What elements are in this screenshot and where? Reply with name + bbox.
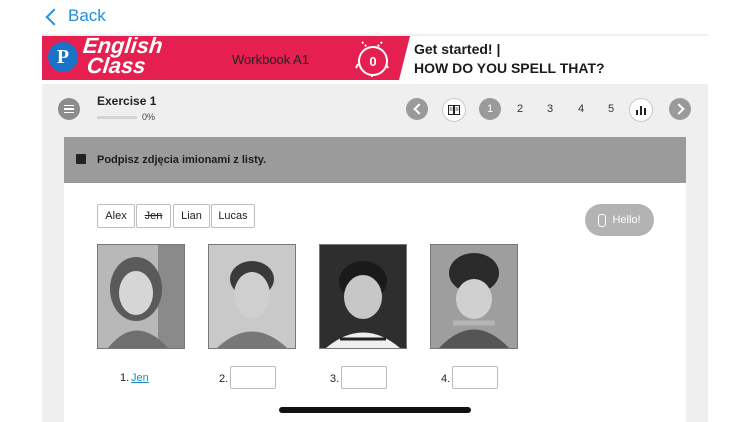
photo-number-3: 3. [330,373,340,385]
chevron-right-icon [672,103,685,115]
photo-number-2: 2. [219,373,229,385]
photo-1 [97,244,185,349]
back-label: Back [68,6,106,25]
page-button-2[interactable]: 2 [509,98,531,120]
brand-line2: Class [85,53,148,78]
page-button-3[interactable]: 3 [539,98,561,120]
photo-3 [319,244,407,349]
book-button[interactable] [442,98,466,122]
score-value: 0 [358,46,388,76]
word-chip-label: Jen [144,210,163,222]
word-chip-label: Lian [181,210,202,222]
hello-button[interactable]: Hello! [585,204,654,236]
word-chip-label: Lucas [218,210,248,222]
previous-exercise-button[interactable] [406,98,428,120]
hello-label: Hello! [612,214,641,226]
instruction-bar: Podpisz zdjęcia imionami z listy. [64,137,686,183]
photo-2 [208,244,296,349]
task-icon [76,154,86,164]
word-chip-jen[interactable]: Jen [136,204,171,228]
menu-button[interactable] [58,98,80,120]
answer-3-input[interactable] [341,366,387,389]
brand-logo: English Class [80,33,164,78]
progress-percent: 0% [142,112,156,122]
answer-2-input[interactable] [230,366,276,389]
photo-number-4: 4. [441,373,451,385]
paperclip-icon [598,213,607,227]
word-chip-alex[interactable]: Alex [97,204,135,228]
book-icon [448,105,460,115]
pearson-logo-icon: P [48,42,78,72]
stats-icon [636,106,646,115]
score-medal: 0 [354,38,390,78]
word-chip-label: Alex [105,210,127,222]
stats-button[interactable] [629,98,653,122]
answer-1-filled[interactable]: Jen [131,372,149,384]
photo-4 [430,244,518,349]
unit-subtitle: HOW DO YOU SPELL THAT? [414,60,605,76]
menu-icon [64,104,74,107]
back-link[interactable]: Back [45,6,106,26]
word-chip-lucas[interactable]: Lucas [211,204,255,228]
workbook-label: Workbook A1 [232,52,310,67]
page-button-1[interactable]: 1 [479,98,501,120]
answer-4-input[interactable] [452,366,498,389]
photo-number-1: 1. [120,372,130,384]
next-exercise-button[interactable] [669,98,691,120]
exercise-title: Exercise 1 [97,94,157,108]
page-button-4[interactable]: 4 [570,98,592,120]
unit-title: Get started! | [414,41,501,57]
page-button-5[interactable]: 5 [600,98,622,120]
progress-bar [97,116,137,119]
home-indicator[interactable] [279,407,471,413]
instruction-text: Podpisz zdjęcia imionami z listy. [97,154,267,166]
word-chip-lian[interactable]: Lian [173,204,210,228]
chevron-left-icon [412,103,425,115]
chevron-left-icon [45,8,63,26]
